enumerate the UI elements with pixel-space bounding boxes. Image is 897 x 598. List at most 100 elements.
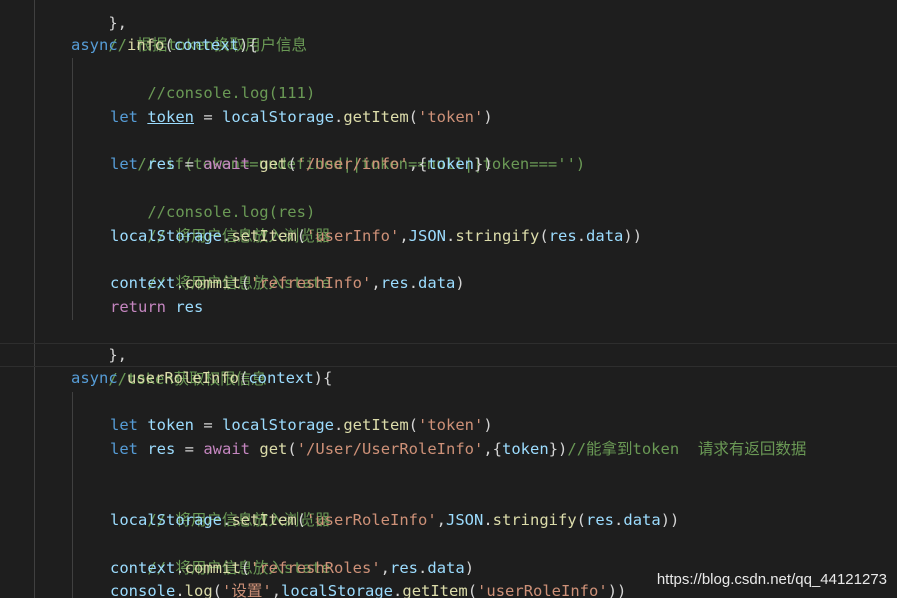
code-line: return res	[0, 296, 897, 320]
code-function: getItem	[402, 582, 468, 598]
code-function: userRoleInfo	[127, 369, 239, 387]
code-variable: token	[427, 155, 475, 173]
code-line: context.commit('refreshInfo',res.data)	[0, 272, 897, 296]
code-token: })	[548, 440, 568, 458]
code-keyword: await	[203, 440, 251, 458]
code-token: =	[194, 108, 223, 126]
code-token: (	[408, 416, 419, 434]
code-token: .	[418, 559, 428, 577]
code-line: localStorage.setItem('userInfo',JSON.str…	[0, 225, 897, 249]
code-line: let res = await get('/User/UserRoleInfo'…	[0, 438, 897, 462]
code-string: '/User/UserRoleInfo'	[296, 440, 484, 458]
code-function: stringify	[492, 511, 577, 529]
code-string: 'refreshInfo'	[250, 274, 372, 292]
code-object: localStorage	[281, 582, 394, 598]
code-token: (	[296, 511, 306, 529]
code-variable: res	[390, 559, 419, 577]
code-string: 'token'	[418, 416, 484, 434]
code-token: =	[175, 155, 204, 173]
code-object: console	[110, 582, 176, 598]
code-line: // 将用户信息放入state	[0, 533, 897, 577]
code-param: context	[173, 36, 240, 54]
code-token: ))	[660, 511, 680, 529]
code-token: (	[240, 559, 251, 577]
code-string: 'userInfo'	[306, 227, 400, 245]
code-token: ){	[239, 36, 258, 54]
code-token: })	[474, 155, 493, 173]
code-variable: token	[502, 440, 549, 458]
code-function: info	[127, 36, 165, 54]
code-token: )	[483, 108, 493, 126]
code-function: commit	[184, 559, 241, 577]
code-function: getItem	[343, 416, 409, 434]
code-string: 'userRoleInfo'	[306, 511, 437, 529]
code-token: .	[175, 582, 185, 598]
code-string: 'refreshRoles'	[250, 559, 381, 577]
code-property: data	[427, 559, 465, 577]
code-token: ))	[623, 227, 643, 245]
code-editor[interactable]: }, // 根据token换取用户信息 async info ( context){…	[0, 0, 897, 598]
code-token: (	[287, 440, 297, 458]
code-line: // if(token==undefined||token==null||tok…	[0, 129, 897, 173]
code-line: // 将用户信息放入state	[0, 248, 897, 292]
code-property: data	[418, 274, 456, 292]
code-string: '设置'	[222, 582, 272, 598]
code-object: JSON	[446, 511, 484, 529]
code-object: localStorage	[222, 416, 334, 434]
code-token: .	[221, 511, 232, 529]
code-token: =	[175, 440, 204, 458]
code-function: commit	[184, 274, 241, 292]
code-token: ))	[607, 582, 627, 598]
code-line: //console.log(res)	[0, 177, 897, 221]
code-token: .	[334, 108, 344, 126]
code-comment: //console.log(111)	[147, 83, 316, 102]
code-token: .	[576, 227, 587, 245]
code-object: localStorage	[222, 108, 334, 126]
code-object: JSON	[408, 227, 446, 245]
code-string: 'token'	[418, 108, 484, 126]
code-function: get	[259, 440, 288, 458]
code-line: let token = localStorage.getItem('token'…	[0, 414, 897, 438]
code-token: .	[334, 416, 344, 434]
code-line: let res = await get('/User/info',{token}…	[0, 153, 897, 177]
code-token: ,{	[483, 440, 503, 458]
code-string: 'userRoleInfo'	[477, 582, 608, 598]
code-token: .	[393, 582, 403, 598]
code-token: (	[296, 227, 306, 245]
code-object: localStorage	[110, 511, 222, 529]
code-function: log	[184, 582, 213, 598]
code-line: //console.log(111)	[0, 58, 897, 102]
code-keyword: async	[71, 36, 118, 54]
code-token: .	[221, 227, 232, 245]
code-token: ,{	[408, 155, 428, 173]
code-keyword: let	[110, 440, 138, 458]
code-token: .	[175, 559, 185, 577]
code-token: .	[175, 274, 185, 292]
code-variable: res	[586, 511, 615, 529]
code-variable: token	[147, 416, 195, 434]
code-token: (	[408, 108, 419, 126]
code-token: )	[455, 274, 465, 292]
current-line: //token获取权限信息	[0, 343, 897, 388]
code-function: setItem	[231, 511, 297, 529]
code-line: let token = localStorage.getItem('token'…	[0, 106, 897, 130]
code-line: // 根据token换取用户信息	[0, 10, 897, 54]
code-keyword: let	[110, 108, 138, 126]
code-token: (	[576, 511, 587, 529]
code-line: },	[0, 320, 897, 364]
code-token: )	[464, 559, 475, 577]
code-token: (	[287, 155, 297, 173]
code-keyword: let	[110, 155, 138, 173]
code-token: (	[239, 369, 249, 387]
watermark-text: https://blog.csdn.net/qq_44121273	[656, 571, 887, 588]
code-keyword: let	[110, 416, 138, 434]
code-function: get	[259, 155, 288, 173]
code-token: .	[446, 227, 456, 245]
code-token: (	[240, 274, 251, 292]
code-property: data	[586, 227, 624, 245]
code-token: .	[483, 511, 493, 529]
code-property: data	[623, 511, 661, 529]
code-token: )	[483, 416, 493, 434]
code-token: ,	[399, 227, 409, 245]
code-comment: //能拿到token 请求有返回数据	[567, 440, 807, 458]
